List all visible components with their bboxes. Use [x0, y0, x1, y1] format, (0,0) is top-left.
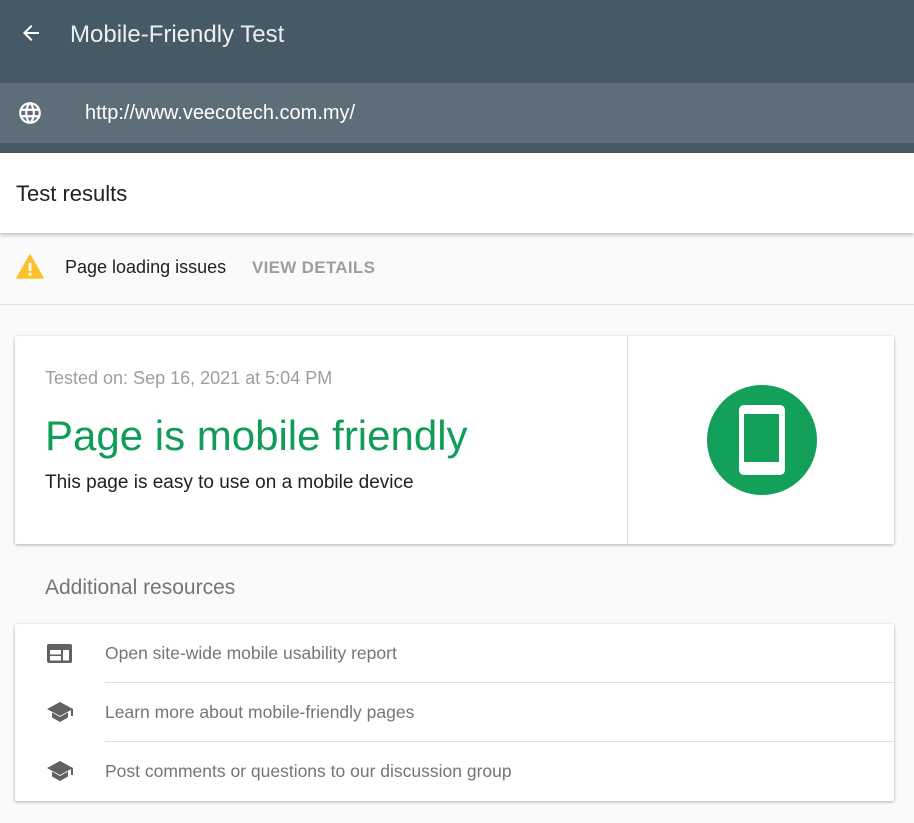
warning-icon	[16, 254, 44, 279]
school-icon	[47, 702, 73, 722]
resource-item-learn-more[interactable]: Learn more about mobile-friendly pages	[15, 683, 894, 742]
smartphone-icon	[739, 405, 785, 475]
app-header: Mobile-Friendly Test	[0, 0, 914, 83]
results-title: Test results	[16, 181, 128, 206]
url-bar-bottom-band	[0, 143, 914, 153]
result-summary: Tested on: Sep 16, 2021 at 5:04 PM Page …	[15, 336, 628, 544]
resource-label: Post comments or questions to our discus…	[105, 761, 512, 781]
resource-item-usability-report[interactable]: Open site-wide mobile usability report	[15, 624, 894, 683]
back-button[interactable]	[16, 18, 46, 48]
page-loading-issues-bar: Page loading issues VIEW DETAILS	[0, 233, 914, 305]
tested-on-timestamp: Tested on: Sep 16, 2021 at 5:04 PM	[45, 368, 333, 388]
result-card: Tested on: Sep 16, 2021 at 5:04 PM Page …	[15, 336, 894, 544]
additional-resources-list: Open site-wide mobile usability report L…	[15, 624, 894, 801]
web-report-icon	[47, 644, 72, 663]
view-details-button[interactable]: VIEW DETAILS	[252, 258, 375, 278]
app-title: Mobile-Friendly Test	[70, 21, 285, 48]
resource-label: Learn more about mobile-friendly pages	[105, 702, 415, 722]
verdict-heading: Page is mobile friendly	[45, 412, 468, 459]
additional-resources-title: Additional resources	[45, 576, 236, 599]
issues-label: Page loading issues	[65, 257, 227, 277]
school-icon	[47, 761, 73, 781]
mobile-friendly-badge	[707, 385, 817, 495]
arrow-left-icon	[23, 25, 39, 41]
results-header: Test results	[0, 153, 914, 233]
tested-url[interactable]: http://www.veecotech.com.my/	[85, 101, 355, 125]
resource-item-discussion-group[interactable]: Post comments or questions to our discus…	[15, 742, 894, 801]
resource-label: Open site-wide mobile usability report	[105, 643, 397, 663]
verdict-description: This page is easy to use on a mobile dev…	[45, 472, 414, 493]
globe-icon	[19, 102, 41, 124]
